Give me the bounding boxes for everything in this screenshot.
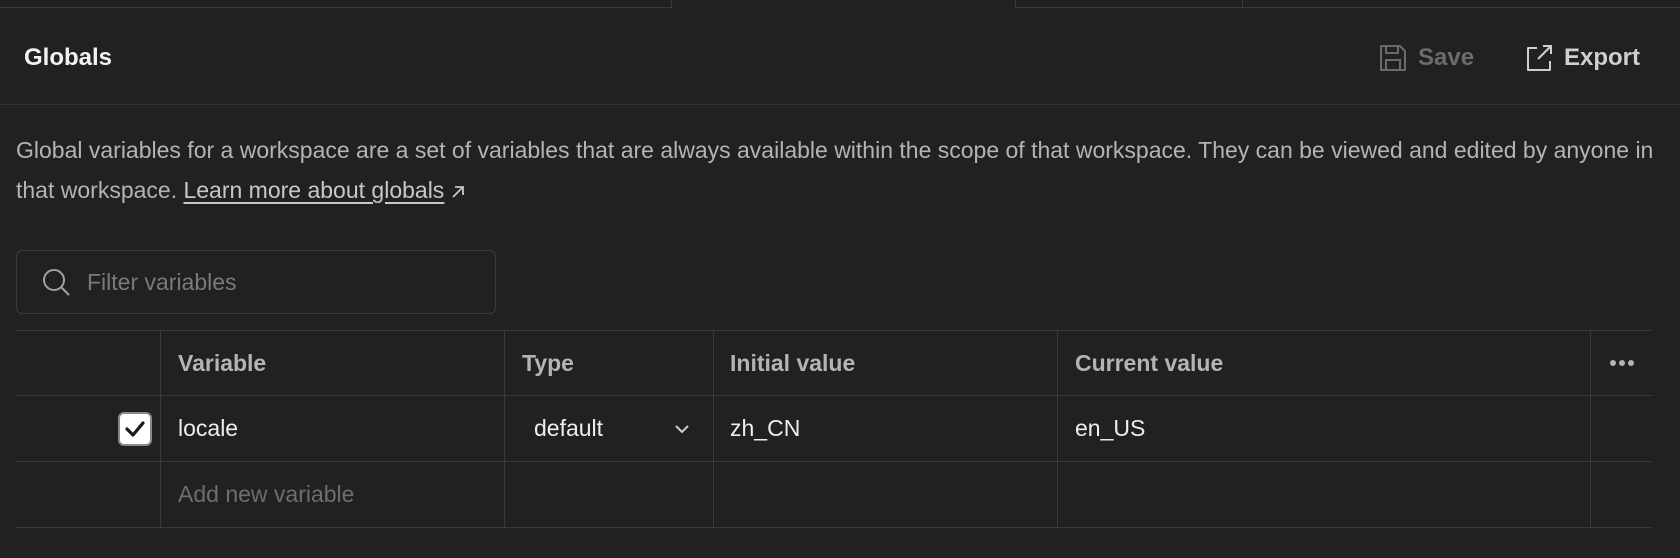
add-variable-row: Add new variable bbox=[16, 462, 1652, 528]
tab-strip bbox=[0, 0, 1680, 8]
tab-segment[interactable] bbox=[1243, 0, 1680, 8]
enable-checkbox[interactable] bbox=[118, 411, 152, 446]
enable-cell bbox=[16, 396, 161, 461]
table-row: locale default zh_CN en_US bbox=[16, 396, 1652, 462]
tab-segment-active[interactable] bbox=[672, 0, 1015, 8]
page-title: Globals bbox=[24, 44, 113, 71]
column-header-type: Type bbox=[505, 331, 714, 395]
save-button-label: Save bbox=[1418, 44, 1475, 71]
add-row-actions-cell bbox=[1591, 462, 1652, 527]
variable-name-cell[interactable]: locale bbox=[161, 396, 505, 461]
checkmark-icon bbox=[125, 420, 145, 437]
type-dropdown-value: default bbox=[534, 415, 604, 441]
add-row-type-cell bbox=[505, 462, 714, 527]
export-icon bbox=[1527, 45, 1552, 71]
tab-segment[interactable] bbox=[0, 0, 672, 8]
globals-description: Global variables for a workspace are a s… bbox=[16, 130, 1656, 210]
table-header-row: Variable Type Initial value Current valu… bbox=[16, 330, 1652, 396]
floppy-disk-icon bbox=[1380, 45, 1406, 71]
initial-value-cell[interactable]: zh_CN bbox=[714, 396, 1058, 461]
arrow-up-right-icon bbox=[452, 186, 465, 198]
add-row-checkbox-cell bbox=[16, 462, 161, 527]
column-header-variable: Variable bbox=[161, 331, 505, 395]
column-header-current-value: Current value bbox=[1058, 331, 1591, 395]
row-actions-cell bbox=[1591, 396, 1652, 461]
current-value-cell[interactable]: en_US bbox=[1058, 396, 1591, 461]
variables-table: Variable Type Initial value Current valu… bbox=[16, 330, 1652, 528]
tab-segment[interactable] bbox=[1015, 0, 1243, 8]
save-button[interactable]: Save bbox=[1378, 38, 1474, 78]
learn-more-link[interactable]: Learn more about globals bbox=[183, 177, 444, 203]
export-button[interactable]: Export bbox=[1524, 38, 1640, 78]
header-checkbox-cell bbox=[16, 331, 161, 395]
header: Globals Save Export bbox=[0, 8, 1680, 105]
more-options-button[interactable] bbox=[1591, 331, 1652, 395]
chevron-down-icon bbox=[675, 424, 689, 433]
add-row-current-cell bbox=[1058, 462, 1591, 527]
globals-page: Globals Save Export Global variables for… bbox=[0, 0, 1680, 558]
filter-field[interactable] bbox=[16, 250, 496, 314]
type-cell: default bbox=[505, 396, 714, 461]
add-new-variable-input[interactable]: Add new variable bbox=[161, 462, 505, 527]
type-dropdown[interactable]: default bbox=[522, 415, 692, 442]
filter-input[interactable] bbox=[87, 268, 467, 296]
column-header-initial-value: Initial value bbox=[714, 331, 1058, 395]
ellipsis-icon bbox=[1609, 360, 1634, 366]
export-button-label: Export bbox=[1564, 44, 1641, 71]
search-icon bbox=[43, 269, 70, 296]
add-row-initial-cell bbox=[714, 462, 1058, 527]
